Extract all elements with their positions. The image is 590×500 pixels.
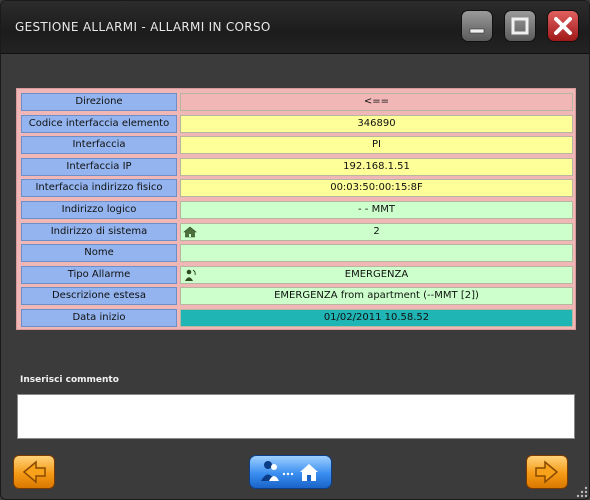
field-row: Indirizzo logico - - MMT	[21, 201, 573, 219]
field-label: Descrizione estesa	[21, 287, 177, 306]
field-row: Interfaccia IP 192.168.1.51	[21, 157, 573, 176]
field-value-text: 00:03:50:00:15:8F	[330, 182, 423, 194]
field-value: EMERGENZA	[180, 265, 573, 284]
field-label: Indirizzo di sistema	[21, 222, 177, 241]
field-value-text: 01/02/2011 10.58.52	[323, 312, 430, 323]
field-value: 346890	[180, 114, 573, 133]
title-bar: GESTIONE ALLARMI - ALLARMI IN CORSO	[1, 1, 589, 54]
field-value-text: 346890	[357, 117, 396, 129]
field-value-text: EMERGENZA from apartment (--MMT [2])	[274, 290, 479, 302]
field-row: Interfaccia indirizzo fisico 00:03:50:00:…	[21, 179, 573, 198]
minimize-button[interactable]	[461, 10, 493, 42]
comment-label: Inserisci commento	[20, 375, 119, 385]
field-value: PI	[180, 136, 573, 155]
field-row: Nome	[21, 244, 573, 263]
resize-grip-icon[interactable]	[575, 485, 589, 499]
alarm-window: GESTIONE ALLARMI - ALLARMI IN CORSO Dire…	[0, 0, 590, 500]
field-value-text: <==	[363, 96, 390, 107]
field-value: EMERGENZA from apartment (--MMT [2])	[180, 287, 573, 306]
field-row: Descrizione estesa EMERGENZA from apartme…	[21, 287, 573, 306]
field-row: Codice interfaccia elemento 346890	[21, 114, 573, 133]
field-label: Tipo Allarme	[21, 265, 177, 284]
field-value	[180, 244, 573, 263]
home-icon	[183, 226, 197, 237]
field-label: Interfaccia	[21, 136, 177, 155]
field-label: Nome	[21, 244, 177, 263]
minimize-icon	[469, 28, 485, 34]
alarm-person-icon	[185, 269, 196, 281]
field-label: Interfaccia indirizzo fisico	[21, 179, 177, 198]
back-button[interactable]	[13, 455, 55, 489]
field-row: Data inizio 01/02/2011 10.58.52	[21, 309, 573, 327]
field-value-text: - - MMT	[358, 204, 395, 215]
field-row: Direzione <==	[21, 93, 573, 111]
field-value-text: EMERGENZA	[344, 268, 409, 280]
field-value: 2	[180, 222, 573, 241]
field-value-text: 192.168.1.51	[343, 160, 410, 172]
field-value: <==	[180, 93, 573, 111]
forward-button[interactable]	[526, 455, 568, 489]
field-value: - - MMT	[180, 201, 573, 219]
comment-input[interactable]	[17, 394, 575, 439]
arrow-left-icon	[22, 460, 46, 484]
field-label: Direzione	[21, 93, 177, 111]
field-value-text: PI	[372, 139, 381, 151]
field-label: Data inizio	[21, 309, 177, 327]
field-row: Tipo Allarme EMERGENZA	[21, 265, 573, 284]
user-to-home-icon	[261, 461, 318, 481]
field-value: 00:03:50:00:15:8F	[180, 179, 573, 198]
close-button[interactable]	[547, 10, 579, 42]
field-value: 01/02/2011 10.58.52	[180, 309, 573, 327]
maximize-button[interactable]	[504, 10, 536, 42]
field-label: Indirizzo logico	[21, 201, 177, 219]
field-label: Codice interfaccia elemento	[21, 114, 177, 133]
maximize-icon	[511, 17, 529, 35]
field-value-text: 2	[373, 225, 380, 237]
arrow-right-icon	[535, 460, 559, 484]
user-to-home-button[interactable]	[249, 455, 332, 489]
field-row: Indirizzo di sistema 2	[21, 222, 573, 241]
field-value: 192.168.1.51	[180, 157, 573, 176]
alarm-details-table: Direzione <== Codice interfaccia elemento 3…	[16, 88, 576, 330]
close-icon	[554, 17, 572, 35]
window-title: GESTIONE ALLARMI - ALLARMI IN CORSO	[15, 20, 271, 34]
field-row: Interfaccia PI	[21, 136, 573, 155]
field-label: Interfaccia IP	[21, 157, 177, 176]
